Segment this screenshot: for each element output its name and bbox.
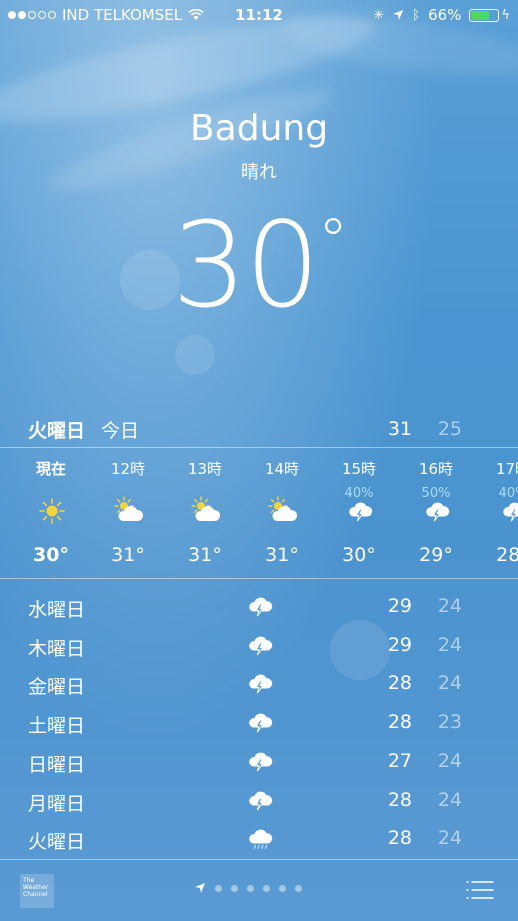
hourly-time: 12時 bbox=[110, 460, 146, 478]
weather-channel-logo-text: The Weather Channel bbox=[23, 877, 49, 898]
hourly-temp: 31° bbox=[188, 544, 222, 566]
today-summary-row: 火曜日 今日 31 25 bbox=[28, 414, 490, 444]
partly-cloudy-icon bbox=[191, 496, 221, 526]
page-indicator[interactable] bbox=[194, 882, 302, 894]
daily-high: 28 bbox=[387, 672, 412, 695]
hourly-temp: 29° bbox=[419, 544, 453, 566]
daily-low: 24 bbox=[437, 827, 462, 850]
page-dot[interactable] bbox=[231, 884, 238, 892]
thunderstorm-icon bbox=[246, 785, 274, 813]
hourly-time: 13時 bbox=[187, 460, 223, 478]
page-dot[interactable] bbox=[215, 884, 222, 892]
daily-day-name: 木曜日 bbox=[28, 637, 86, 660]
bottom-toolbar: The Weather Channel bbox=[0, 860, 518, 921]
thunderstorm-icon bbox=[422, 496, 452, 526]
lens-flare bbox=[175, 335, 215, 375]
page-dot[interactable] bbox=[295, 884, 302, 892]
status-bar: IND TELKOMSEL 11:12 ✳ ᛒ 66% ϟ bbox=[0, 0, 518, 30]
thunderstorm-icon bbox=[246, 707, 274, 735]
hourly-time: 15時 bbox=[341, 460, 377, 478]
partly-cloudy-icon bbox=[114, 496, 144, 526]
thunderstorm-icon bbox=[345, 496, 375, 526]
daily-low: 24 bbox=[437, 633, 462, 656]
location-arrow-icon bbox=[393, 10, 404, 20]
hourly-time: 現在 bbox=[35, 460, 66, 478]
hourly-time: 17時 bbox=[495, 460, 518, 478]
daily-day-name: 金曜日 bbox=[28, 676, 86, 699]
thunderstorm-icon bbox=[246, 746, 274, 774]
hourly-temp: 28° bbox=[496, 544, 518, 566]
daily-high: 28 bbox=[387, 788, 412, 811]
degree-symbol: ° bbox=[318, 206, 348, 276]
daily-day-name: 火曜日 bbox=[28, 831, 86, 854]
hourly-temp: 30° bbox=[33, 544, 69, 566]
thunderstorm-icon bbox=[246, 668, 274, 696]
daily-forecast-row: 日曜日 27 24 bbox=[28, 742, 490, 780]
current-temperature: 30° bbox=[0, 196, 518, 334]
hourly-temp: 31° bbox=[111, 544, 145, 566]
daily-day-name: 月曜日 bbox=[28, 792, 86, 815]
weather-channel-logo[interactable]: The Weather Channel bbox=[20, 874, 54, 908]
thunderstorm-icon bbox=[246, 591, 274, 619]
today-day-name: 火曜日 bbox=[28, 419, 86, 442]
partly-cloudy-icon bbox=[268, 496, 298, 526]
daily-forecast-row: 火曜日 28 24 bbox=[28, 819, 490, 857]
battery-icon bbox=[469, 8, 500, 22]
today-high: 31 bbox=[387, 418, 412, 440]
daily-low: 24 bbox=[437, 595, 462, 617]
hourly-forecast-strip[interactable]: 現在 30° 12時 31° 13時 31° 14時 31° 15時 40% 30° 16時 50% 29… bbox=[0, 456, 518, 574]
bluetooth-icon: ᛒ bbox=[412, 7, 421, 23]
daily-high: 29 bbox=[387, 633, 412, 656]
charging-bolt-icon: ϟ bbox=[501, 7, 510, 23]
daily-low: 23 bbox=[437, 711, 462, 734]
daily-high: 28 bbox=[387, 711, 412, 734]
divider bbox=[0, 447, 518, 448]
daily-low: 24 bbox=[437, 788, 462, 811]
divider bbox=[0, 578, 518, 579]
battery-percent: 66% bbox=[428, 6, 462, 24]
daily-day-name: 水曜日 bbox=[28, 599, 86, 621]
daily-high: 28 bbox=[387, 827, 412, 850]
today-low: 25 bbox=[437, 418, 462, 440]
location-arrow-icon bbox=[195, 883, 205, 893]
daily-forecast-row: 土曜日 28 23 bbox=[28, 703, 490, 741]
thunderstorm-icon bbox=[246, 630, 274, 658]
daily-forecast-row: 月曜日 28 24 bbox=[28, 781, 490, 819]
current-temp-value: 30 bbox=[171, 196, 320, 334]
today-label: 今日 bbox=[101, 419, 140, 442]
daily-high: 27 bbox=[387, 749, 412, 772]
page-dot[interactable] bbox=[263, 884, 270, 892]
daily-low: 24 bbox=[437, 672, 462, 695]
daily-forecast-row: 金曜日 28 24 bbox=[28, 664, 490, 702]
city-list-icon[interactable] bbox=[466, 880, 494, 900]
daily-low: 24 bbox=[437, 749, 462, 772]
hourly-time: 14時 bbox=[264, 460, 300, 478]
city-name: Badung bbox=[189, 108, 329, 149]
daily-forecast-row: 水曜日 29 24 bbox=[28, 587, 490, 625]
daily-day-name: 日曜日 bbox=[28, 753, 86, 776]
hourly-temp: 31° bbox=[265, 544, 299, 566]
current-condition: 晴れ bbox=[241, 162, 277, 183]
sun-icon bbox=[37, 496, 67, 526]
daily-forecast-row: 木曜日 29 24 bbox=[28, 626, 490, 664]
daily-high: 29 bbox=[387, 595, 412, 617]
hourly-temp: 30° bbox=[342, 544, 376, 566]
activity-spinner-icon: ✳ bbox=[373, 7, 385, 23]
hourly-time: 16時 bbox=[418, 460, 454, 478]
daily-day-name: 土曜日 bbox=[28, 715, 86, 738]
status-right: ✳ ᛒ 66% ϟ bbox=[373, 6, 510, 24]
rain-icon bbox=[246, 823, 274, 851]
page-dot[interactable] bbox=[279, 884, 286, 892]
page-dot[interactable] bbox=[247, 884, 254, 892]
thunderstorm-icon bbox=[499, 496, 518, 526]
